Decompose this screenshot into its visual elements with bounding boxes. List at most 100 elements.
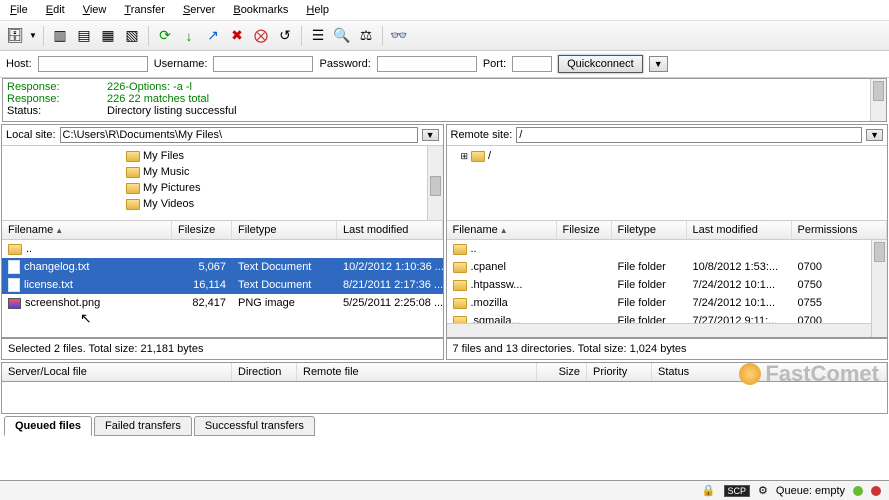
local-tree[interactable]: My Files My Music My Pictures My Videos: [2, 145, 443, 221]
cancel-icon[interactable]: ✖: [226, 25, 248, 47]
col-priority[interactable]: Priority: [587, 363, 652, 381]
search-icon[interactable]: 🔍: [331, 25, 353, 47]
log-msg: Directory listing successful: [107, 105, 237, 117]
remote-tree[interactable]: ⊞/: [447, 145, 888, 221]
menu-server[interactable]: Server: [179, 2, 219, 18]
tab-queued[interactable]: Queued files: [4, 416, 92, 436]
remote-path-dropdown[interactable]: ▼: [866, 129, 883, 141]
local-pane: Local site: ▼ My Files My Music My Pictu…: [1, 124, 444, 338]
remote-status: 7 files and 13 directories. Total size: …: [446, 338, 889, 360]
menu-edit[interactable]: Edit: [42, 2, 69, 18]
file-row[interactable]: .htpassw...File folder7/24/2012 10:1...0…: [447, 276, 888, 294]
site-manager-dropdown[interactable]: ▼: [28, 25, 38, 47]
file-row[interactable]: screenshot.png82,417PNG image5/25/2011 2…: [2, 294, 443, 312]
quickconnect-bar: Host: Username: Password: Port: Quickcon…: [0, 51, 889, 78]
log-label: Response:: [7, 81, 87, 93]
tab-success[interactable]: Successful transfers: [194, 416, 315, 436]
file-row[interactable]: ..: [447, 240, 888, 258]
folder-icon: [453, 262, 467, 273]
menu-file[interactable]: File: [6, 2, 32, 18]
file-row[interactable]: ..: [2, 240, 443, 258]
download-icon[interactable]: ↓: [178, 25, 200, 47]
remote-path-input[interactable]: [516, 127, 862, 143]
log-msg: 226 22 matches total: [107, 93, 209, 105]
col-size[interactable]: Size: [537, 363, 587, 381]
col-modified[interactable]: Last modified: [687, 221, 792, 239]
message-log: Response:226-Options: -a -l Response:226…: [2, 78, 887, 122]
log-label: Response:: [7, 93, 87, 105]
col-modified[interactable]: Last modified: [337, 221, 443, 239]
mode-indicator: SCP: [724, 485, 751, 497]
menu-bookmarks[interactable]: Bookmarks: [229, 2, 292, 18]
file-row[interactable]: .cpanelFile folder10/8/2012 1:53:...0700: [447, 258, 888, 276]
file-icon: [8, 278, 20, 292]
transfer-queue[interactable]: FastComet: [1, 382, 888, 414]
queue-status: Queue: empty: [776, 485, 845, 497]
site-manager-icon[interactable]: 🗄: [4, 25, 26, 47]
quickconnect-button[interactable]: Quickconnect: [558, 55, 643, 73]
queue-icon: ⚙: [758, 484, 768, 497]
file-row[interactable]: license.txt16,114Text Document8/21/2011 …: [2, 276, 443, 294]
remote-list-header: Filename▲ Filesize Filetype Last modifie…: [447, 221, 888, 240]
log-label: Status:: [7, 105, 87, 117]
layout2-icon[interactable]: ▤: [73, 25, 95, 47]
col-remote-file[interactable]: Remote file: [297, 363, 537, 381]
col-server-local[interactable]: Server/Local file: [2, 363, 232, 381]
col-direction[interactable]: Direction: [232, 363, 297, 381]
binoculars-icon[interactable]: 👓: [388, 25, 410, 47]
quickconnect-dropdown[interactable]: ▼: [649, 56, 668, 72]
col-filetype[interactable]: Filetype: [612, 221, 687, 239]
remote-list-scrollbar[interactable]: [871, 240, 887, 337]
local-status: Selected 2 files. Total size: 21,181 byt…: [1, 338, 444, 360]
col-filename[interactable]: Filename▲: [447, 221, 557, 239]
col-filesize[interactable]: Filesize: [557, 221, 612, 239]
folder-icon: [126, 151, 140, 162]
folder-icon: [471, 151, 485, 162]
encryption-icon: 🔒: [702, 484, 716, 497]
compare-icon[interactable]: ⚖: [355, 25, 377, 47]
image-icon: [8, 298, 21, 309]
col-status[interactable]: Status: [652, 363, 887, 381]
folder-icon: [453, 298, 467, 309]
folder-up-icon: [453, 244, 467, 255]
file-row[interactable]: .mozillaFile folder7/24/2012 10:1...0755: [447, 294, 888, 312]
col-filename[interactable]: Filename▲: [2, 221, 172, 239]
menu-transfer[interactable]: Transfer: [120, 2, 169, 18]
refresh-icon[interactable]: ⟳: [154, 25, 176, 47]
host-label: Host:: [6, 58, 32, 70]
filter-icon[interactable]: ☰: [307, 25, 329, 47]
folder-icon: [126, 199, 140, 210]
local-list-header: Filename▲ Filesize Filetype Last modifie…: [2, 221, 443, 240]
password-input[interactable]: [377, 56, 477, 72]
col-permissions[interactable]: Permissions: [792, 221, 888, 239]
local-path-dropdown[interactable]: ▼: [422, 129, 439, 141]
layout1-icon[interactable]: ▥: [49, 25, 71, 47]
log-scrollbar[interactable]: [870, 79, 886, 121]
tab-failed[interactable]: Failed transfers: [94, 416, 192, 436]
remote-list-hscrollbar[interactable]: [447, 323, 872, 337]
menu-help[interactable]: Help: [302, 2, 333, 18]
local-file-list[interactable]: .. changelog.txt5,067Text Document10/2/2…: [2, 240, 443, 337]
username-input[interactable]: [213, 56, 313, 72]
file-row[interactable]: changelog.txt5,067Text Document10/2/2012…: [2, 258, 443, 276]
remote-file-list[interactable]: .. .cpanelFile folder10/8/2012 1:53:...0…: [447, 240, 888, 337]
password-label: Password:: [319, 58, 370, 70]
reconnect-icon[interactable]: ↺: [274, 25, 296, 47]
upload-icon[interactable]: ↗: [202, 25, 224, 47]
host-input[interactable]: [38, 56, 148, 72]
folder-icon: [126, 183, 140, 194]
local-path-input[interactable]: [60, 127, 418, 143]
port-label: Port:: [483, 58, 506, 70]
remote-pane: Remote site: ▼ ⊞/ Filename▲ Filesize Fil…: [446, 124, 889, 338]
local-tree-scrollbar[interactable]: [427, 146, 443, 220]
layout3-icon[interactable]: ▦: [97, 25, 119, 47]
layout4-icon[interactable]: ▧: [121, 25, 143, 47]
port-input[interactable]: [512, 56, 552, 72]
status-bar: 🔒 SCP ⚙ Queue: empty: [0, 480, 889, 500]
col-filesize[interactable]: Filesize: [172, 221, 232, 239]
status-dot-green: [853, 486, 863, 496]
transfer-tabs: Queued files Failed transfers Successful…: [0, 414, 889, 436]
col-filetype[interactable]: Filetype: [232, 221, 337, 239]
disconnect-icon[interactable]: ⨂: [250, 25, 272, 47]
menu-view[interactable]: View: [79, 2, 111, 18]
